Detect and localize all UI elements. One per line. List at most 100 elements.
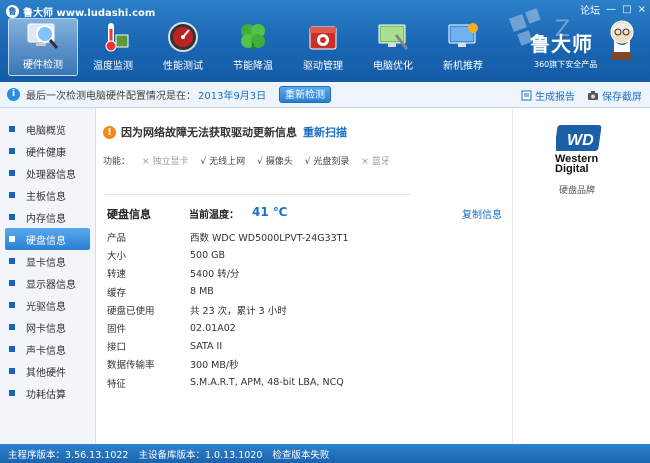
update-status[interactable]: 检查版本失败 bbox=[272, 447, 329, 461]
window-title: 鲁 鲁大师 www.ludashi.com bbox=[6, 4, 155, 19]
infobar-actions: 生成报告 保存截屏 bbox=[521, 88, 642, 103]
app-logo-icon: 鲁 bbox=[6, 5, 19, 18]
tool-label: 新机推荐 bbox=[443, 61, 483, 72]
sidebar-item-power[interactable]: 功耗估算 bbox=[0, 382, 95, 404]
sidebar-item-label: 网卡信息 bbox=[26, 323, 66, 335]
bullet-icon bbox=[9, 148, 15, 154]
sidebar-item-other[interactable]: 其他硬件 bbox=[0, 360, 95, 382]
feature-list: 功能： × 独立显卡 √ 无线上网 √ 摄像头 √ 光盘刻录 × 蓝牙 bbox=[103, 154, 402, 167]
tool-energy-saving[interactable]: 节能降温 bbox=[218, 18, 288, 76]
close-button[interactable]: × bbox=[638, 4, 646, 15]
info-key: 硬盘已使用 bbox=[107, 305, 155, 317]
tool-label: 电脑优化 bbox=[373, 61, 413, 72]
brand-name: 鲁大师 bbox=[530, 32, 593, 56]
info-key: 缓存 bbox=[107, 287, 127, 299]
sidebar-item-motherboard[interactable]: 主板信息 bbox=[0, 184, 95, 206]
sidebar-item-label: 显卡信息 bbox=[26, 257, 66, 269]
sidebar-item-network[interactable]: 网卡信息 bbox=[0, 316, 95, 338]
new-pc-icon bbox=[445, 20, 481, 54]
camera-icon bbox=[588, 91, 598, 100]
bullet-icon bbox=[9, 236, 15, 242]
tool-temperature[interactable]: 温度监测 bbox=[78, 18, 148, 76]
sidebar-item-label: 处理器信息 bbox=[26, 169, 76, 181]
info-key: 转速 bbox=[107, 269, 127, 281]
copy-info-link[interactable]: 复制信息 bbox=[462, 206, 502, 221]
info-icon: i bbox=[7, 88, 20, 101]
desktop-wrench-icon bbox=[375, 20, 411, 54]
rescan-link[interactable]: 重新扫描 bbox=[303, 124, 347, 140]
sidebar-item-label: 声卡信息 bbox=[26, 345, 66, 357]
tool-pc-optimize[interactable]: 电脑优化 bbox=[358, 18, 428, 76]
sidebar-item-sound[interactable]: 声卡信息 bbox=[0, 338, 95, 360]
magnifier-monitor-icon bbox=[25, 19, 61, 53]
tool-label: 硬件检测 bbox=[23, 60, 63, 71]
sidebar-item-cpu[interactable]: 处理器信息 bbox=[0, 162, 95, 184]
tool-label: 温度监测 bbox=[93, 61, 133, 72]
sidebar-item-label: 主板信息 bbox=[26, 191, 66, 203]
sidebar-item-overview[interactable]: 电脑概览 bbox=[0, 118, 95, 140]
last-check-date: 2013年9月3日 bbox=[198, 91, 267, 102]
mascot-icon bbox=[610, 20, 634, 60]
db-version: 主设备库版本：1.0.13.1020 bbox=[138, 449, 263, 461]
disk-info-table: 产品 西数 WDC WD5000LPVT-24G33T1 大小 500 GB 转速 5… bbox=[107, 228, 502, 392]
sidebar-item-label: 其他硬件 bbox=[26, 367, 66, 379]
info-key: 接口 bbox=[107, 342, 127, 354]
info-row: 缓存 8 MB bbox=[107, 283, 502, 301]
brand-caption: 硬盘品牌 bbox=[559, 186, 596, 196]
feature-label: 独立显卡 bbox=[152, 157, 189, 167]
sidebar: 电脑概览 硬件健康 处理器信息 主板信息 内存信息 硬盘信息 显卡信息 显示器信… bbox=[0, 108, 96, 444]
sidebar-item-memory[interactable]: 内存信息 bbox=[0, 206, 95, 228]
header: 鲁 鲁大师 www.ludashi.com Z 论坛 — □ × 硬件检测 温度… bbox=[0, 0, 650, 82]
brand-tagline: 360旗下安全产品 bbox=[534, 60, 598, 69]
bullet-icon bbox=[9, 368, 15, 374]
sidebar-item-gpu[interactable]: 显卡信息 bbox=[0, 250, 95, 272]
tool-label: 节能降温 bbox=[233, 61, 273, 72]
bullet-icon bbox=[9, 280, 15, 286]
bullet-icon bbox=[9, 390, 15, 396]
bullet-icon bbox=[9, 214, 15, 220]
sidebar-item-label: 显示器信息 bbox=[26, 279, 76, 291]
tool-new-pc[interactable]: 新机推荐 bbox=[428, 18, 498, 76]
info-value: S.M.A.R.T, APM, 48-bit LBA, NCQ bbox=[190, 377, 344, 389]
sidebar-item-disk[interactable]: 硬盘信息 bbox=[5, 228, 90, 250]
feature-mark: √ bbox=[257, 157, 263, 167]
recheck-button[interactable]: 重新检测 bbox=[279, 86, 331, 103]
feature-bluetooth: × 蓝牙 bbox=[361, 154, 389, 167]
bullet-icon bbox=[9, 170, 15, 176]
info-value: 西数 WDC WD5000LPVT-24G33T1 bbox=[190, 233, 349, 245]
generate-report-link[interactable]: 生成报告 bbox=[521, 88, 575, 103]
save-screenshot-link[interactable]: 保存截屏 bbox=[587, 88, 642, 103]
sidebar-item-monitor[interactable]: 显示器信息 bbox=[0, 272, 95, 294]
speedometer-icon bbox=[165, 20, 201, 54]
sidebar-item-health[interactable]: 硬件健康 bbox=[0, 140, 95, 162]
info-row: 硬盘已使用 共 23 次，累计 3 小时 bbox=[107, 301, 502, 319]
forum-link[interactable]: 论坛 bbox=[580, 2, 600, 17]
window-title-text: 鲁大师 www.ludashi.com bbox=[23, 8, 156, 19]
sidebar-item-label: 内存信息 bbox=[26, 213, 66, 225]
brand-panel: WD Western Digital 硬盘品牌 bbox=[512, 108, 650, 444]
disk-info-header: 硬盘信息 当前温度： 41 ℃ 复制信息 bbox=[107, 205, 502, 224]
tool-performance[interactable]: 性能测试 bbox=[148, 18, 218, 76]
sidebar-item-optical[interactable]: 光驱信息 bbox=[0, 294, 95, 316]
info-row: 接口 SATA II bbox=[107, 337, 502, 355]
info-value: 8 MB bbox=[190, 286, 214, 298]
temperature-value: 41 ℃ bbox=[252, 205, 288, 219]
brand-logo-text: Western Digital bbox=[555, 154, 598, 175]
disk-info-title: 硬盘信息 bbox=[107, 208, 151, 221]
feature-disc-burning: √ 光盘刻录 bbox=[305, 154, 350, 167]
info-row: 转速 5400 转/分 bbox=[107, 264, 502, 282]
brand: 鲁大师 360旗下安全产品 bbox=[530, 20, 634, 70]
feature-label: 无线上网 bbox=[209, 157, 246, 167]
maximize-button[interactable]: □ bbox=[622, 4, 631, 15]
window-controls: 论坛 — □ × bbox=[580, 2, 646, 17]
tool-driver-management[interactable]: 驱动管理 bbox=[288, 18, 358, 76]
minimize-button[interactable]: — bbox=[606, 4, 616, 15]
warning-text: 因为网络故障无法获取驱动更新信息 bbox=[121, 126, 297, 139]
info-row: 固件 02.01A02 bbox=[107, 319, 502, 337]
wd-logo-mono: WD bbox=[567, 132, 594, 149]
info-value: SATA II bbox=[190, 340, 223, 352]
tool-hardware-check[interactable]: 硬件检测 bbox=[8, 18, 78, 76]
feature-mark: × bbox=[142, 157, 150, 167]
toolbox-icon bbox=[305, 20, 341, 54]
report-icon bbox=[521, 90, 532, 101]
